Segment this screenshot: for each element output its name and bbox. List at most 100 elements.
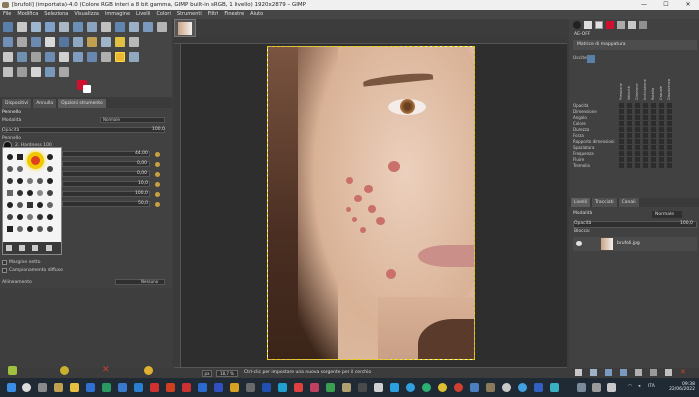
app-icon[interactable] <box>134 383 143 392</box>
tab-paths[interactable]: Tracciati <box>591 198 617 207</box>
rotate-tool-icon[interactable] <box>115 22 125 32</box>
dynamics-matrix-cell[interactable] <box>651 151 656 156</box>
app-icon[interactable] <box>262 383 271 392</box>
brush-cell[interactable] <box>17 190 23 196</box>
brush-cell[interactable] <box>17 154 23 160</box>
layer-opacity-slider[interactable] <box>573 221 697 228</box>
dynamics-matrix-cell[interactable] <box>635 109 640 114</box>
gradient-tab-icon[interactable] <box>606 21 614 29</box>
brush-cell[interactable] <box>7 226 13 232</box>
chrome-icon[interactable] <box>502 383 511 392</box>
edge-dev-icon[interactable] <box>422 383 431 392</box>
file-explorer-icon[interactable] <box>70 383 79 392</box>
close-button[interactable]: ✕ <box>677 0 699 10</box>
measure-tool-icon[interactable] <box>129 52 139 62</box>
tab-undo[interactable]: Annulla <box>33 99 57 108</box>
dynamics-matrix-cell[interactable] <box>643 115 648 120</box>
dynamics-matrix-cell[interactable] <box>651 139 656 144</box>
layer-mode-select[interactable]: Normale <box>652 211 682 218</box>
app-icon[interactable] <box>326 383 335 392</box>
gegl-tool-icon[interactable] <box>59 37 69 47</box>
smooth-checkbox[interactable] <box>2 268 7 273</box>
brush-cell[interactable] <box>17 226 23 232</box>
minimize-button[interactable]: — <box>633 0 655 10</box>
app-icon[interactable] <box>358 383 367 392</box>
dynamics-matrix-cell[interactable] <box>667 121 672 126</box>
eye-visibility-icon[interactable] <box>576 241 582 246</box>
brush-cell[interactable] <box>47 154 53 160</box>
app-icon[interactable] <box>390 383 399 392</box>
fonts-tab-icon[interactable] <box>595 21 603 29</box>
start-icon[interactable] <box>7 383 16 392</box>
menu-help[interactable]: Aiuto <box>250 10 263 19</box>
dynamics-matrix-cell[interactable] <box>619 151 624 156</box>
crop-tool-icon[interactable] <box>59 22 69 32</box>
brush-cell[interactable] <box>37 202 43 208</box>
dynamics-matrix-cell[interactable] <box>659 145 664 150</box>
paths-tool-icon[interactable] <box>31 37 41 47</box>
menu-file[interactable]: File <box>3 10 11 19</box>
dynamics-matrix-cell[interactable] <box>659 139 664 144</box>
zoom-tool-icon[interactable] <box>59 67 69 77</box>
dynamics-matrix-cell[interactable] <box>635 139 640 144</box>
clock[interactable]: 09:38 22/06/2022 <box>669 382 695 392</box>
dynamics-matrix-cell[interactable] <box>619 139 624 144</box>
dynamics-name[interactable]: Matrice di mappatura <box>573 40 697 50</box>
dynamics-matrix-cell[interactable] <box>651 115 656 120</box>
dynamics-matrix-cell[interactable] <box>659 127 664 132</box>
network-icon[interactable] <box>607 383 616 392</box>
brush-cell[interactable] <box>17 178 23 184</box>
dynamics-matrix-cell[interactable] <box>635 133 640 138</box>
brush-cell[interactable] <box>17 202 23 208</box>
reset-size-icon[interactable] <box>155 152 160 157</box>
dynamics-matrix-cell[interactable] <box>667 115 672 120</box>
app-icon[interactable] <box>214 383 223 392</box>
dynamics-matrix-cell[interactable] <box>619 127 624 132</box>
new-layer-icon[interactable] <box>575 369 582 376</box>
raise-layer-icon[interactable] <box>605 369 612 376</box>
tab-layers[interactable]: Livelli <box>571 198 590 207</box>
mask-layer-icon[interactable] <box>665 369 672 376</box>
dynamics-matrix-cell[interactable] <box>651 121 656 126</box>
app-icon[interactable] <box>342 383 351 392</box>
dynamics-matrix-cell[interactable] <box>627 145 632 150</box>
dynamics-matrix-cell[interactable] <box>659 157 664 162</box>
dynamics-matrix-cell[interactable] <box>619 103 624 108</box>
dynamics-matrix-cell[interactable] <box>619 109 624 114</box>
brush-cell[interactable] <box>7 190 13 196</box>
dynamics-matrix-cell[interactable] <box>667 163 672 168</box>
dynamics-matrix-cell[interactable] <box>619 145 624 150</box>
reset-spacing-icon[interactable] <box>155 182 160 187</box>
dynamics-matrix-cell[interactable] <box>627 133 632 138</box>
mypaint-brush-icon[interactable] <box>31 52 41 62</box>
brush-cell[interactable] <box>47 214 53 220</box>
brush-cell[interactable] <box>27 226 33 232</box>
paintbrush-tool-icon[interactable] <box>115 37 125 47</box>
dynamics-matrix-cell[interactable] <box>635 115 640 120</box>
app-icon[interactable] <box>198 383 207 392</box>
app-icon[interactable] <box>550 383 559 392</box>
brush-cell[interactable] <box>47 190 53 196</box>
dynamics-matrix-cell[interactable] <box>635 163 640 168</box>
brushes-tab-icon[interactable] <box>573 21 581 29</box>
chrome-icon[interactable] <box>438 383 447 392</box>
dynamics-matrix-cell[interactable] <box>643 127 648 132</box>
airbrush-icon[interactable] <box>3 52 13 62</box>
menu-image[interactable]: Immagine <box>105 10 130 19</box>
reset-force-icon[interactable] <box>155 202 160 207</box>
smudge-tool-icon[interactable] <box>101 52 111 62</box>
app-icon[interactable] <box>86 383 95 392</box>
app-icon[interactable] <box>150 383 159 392</box>
dynamics-matrix-cell[interactable] <box>627 151 632 156</box>
pencil-tool-icon[interactable] <box>101 37 111 47</box>
spacing-slider[interactable] <box>62 181 150 187</box>
handle-transform-icon[interactable] <box>101 22 111 32</box>
flip-tool-icon[interactable] <box>157 22 167 32</box>
menu-windows[interactable]: Finestre <box>224 10 244 19</box>
dynamics-matrix-cell[interactable] <box>627 157 632 162</box>
brush-cell[interactable] <box>27 214 33 220</box>
dynamics-matrix-cell[interactable] <box>619 163 624 168</box>
dynamics-matrix-cell[interactable] <box>651 145 656 150</box>
warp-transform-icon[interactable] <box>87 22 97 32</box>
image-tab[interactable] <box>174 19 196 37</box>
